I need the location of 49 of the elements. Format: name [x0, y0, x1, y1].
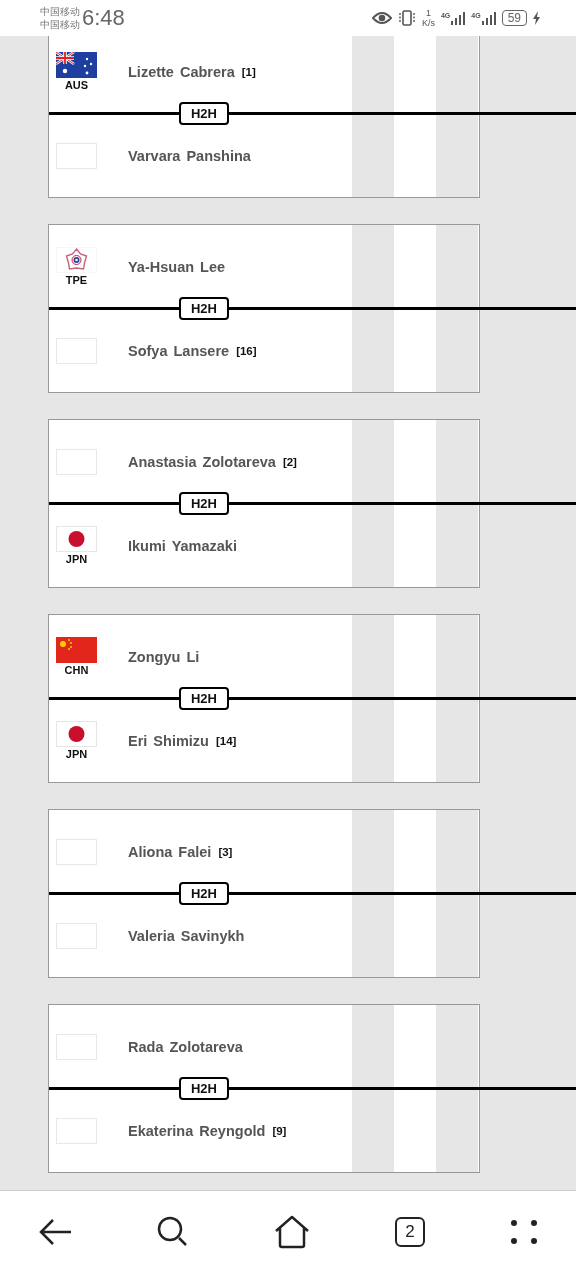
back-icon[interactable] — [38, 1216, 72, 1247]
flag-icon — [56, 720, 97, 747]
player-name[interactable]: Varvara Panshina — [128, 147, 251, 164]
country-code: JPN — [65, 552, 88, 566]
flag-icon — [56, 637, 97, 663]
country-code: TPE — [65, 274, 88, 287]
h2h-button[interactable]: H2H — [179, 1077, 229, 1100]
player-name[interactable]: Rada Zolotareva — [128, 1039, 243, 1055]
player-name[interactable]: Eri Shimizu — [128, 732, 209, 749]
seed-number: [3] — [218, 846, 233, 858]
h2h-button[interactable]: H2H — [179, 297, 229, 320]
h2h-button[interactable]: H2H — [179, 492, 229, 515]
player-name[interactable]: Ikumi Yamazaki — [128, 537, 237, 554]
signal-icon — [451, 11, 466, 25]
flag-icon — [56, 52, 97, 78]
speed-unit: K/s — [421, 18, 435, 28]
seed-number: [16] — [236, 344, 257, 357]
vibrate-icon — [397, 10, 416, 26]
country-code: JPN — [65, 747, 88, 761]
clock: 6:48 — [82, 5, 125, 31]
player-name[interactable]: Aliona Falei — [128, 844, 212, 860]
signal-icon — [481, 11, 496, 25]
player-name[interactable]: Anastasia Zolotareva — [128, 454, 276, 470]
search-icon[interactable] — [157, 1215, 189, 1248]
player-name[interactable]: Ya-Hsuan Lee — [128, 259, 226, 275]
player-name[interactable]: Zongyu Li — [128, 649, 200, 665]
h2h-button[interactable]: H2H — [179, 687, 229, 710]
seed-number: [14] — [215, 734, 237, 747]
player-name[interactable]: Sofya Lansere — [128, 342, 230, 359]
h2h-button[interactable]: H2H — [179, 882, 229, 905]
battery-level: 59 — [501, 10, 527, 26]
carrier-name: 中国移动 — [40, 5, 80, 18]
country-code: CHN — [64, 664, 89, 677]
home-icon[interactable] — [274, 1214, 310, 1249]
country-code: AUS — [64, 79, 89, 92]
seed-number: [2] — [282, 456, 297, 468]
seed-number: [9] — [272, 1124, 287, 1137]
player-name[interactable]: Ekaterina Reyngold — [128, 1122, 266, 1139]
eye-icon — [371, 11, 392, 25]
flag-icon — [56, 247, 97, 273]
tabs-button[interactable]: 2 — [395, 1216, 425, 1247]
player-name[interactable]: Valeria Savinykh — [128, 927, 245, 944]
speed-value: 1 — [425, 8, 431, 18]
h2h-button[interactable]: H2H — [179, 102, 229, 125]
flag-icon — [56, 525, 97, 552]
seed-number: [1] — [241, 66, 256, 78]
player-name[interactable]: Lizette Cabrera — [128, 64, 235, 80]
carrier-name: 中国移动 — [40, 18, 80, 31]
more-icon[interactable] — [510, 1218, 538, 1245]
